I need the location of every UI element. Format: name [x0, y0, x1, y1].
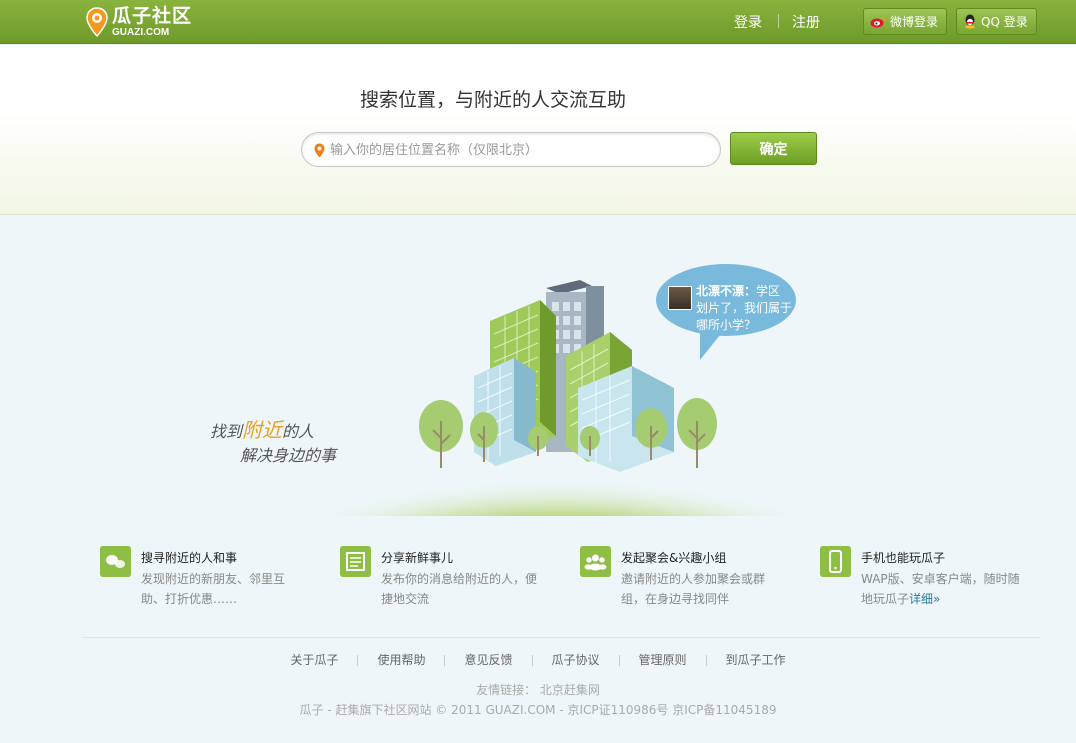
confirm-button[interactable]: 确定	[730, 132, 817, 165]
city-buildings-illustration	[330, 264, 796, 516]
login-link[interactable]: 登录	[734, 12, 762, 32]
qq-login-label: QQ 登录	[981, 15, 1028, 29]
city-illustration: 北漂不漂：学区划片了，我们属于哪所小学？ 找到附近的人 解决身边的事	[0, 216, 1076, 516]
qq-penguin-icon	[965, 14, 975, 29]
logo-name-cn: 瓜子社区	[112, 4, 193, 27]
slogan-highlight: 附近	[242, 418, 283, 442]
footer-separator	[357, 655, 359, 666]
footer-link-jobs[interactable]: 到瓜子工作	[726, 653, 786, 667]
footer-separator	[618, 655, 620, 666]
friend-link-ganji[interactable]: 北京赶集网	[540, 683, 600, 697]
friend-links-label: 友情链接：	[476, 683, 537, 697]
mobile-icon	[820, 546, 851, 577]
qq-login-button[interactable]: QQ 登录	[956, 8, 1037, 35]
weibo-login-button[interactable]: 微博登录	[863, 8, 948, 35]
location-search-input[interactable]	[330, 139, 700, 161]
logo-name-en: GUAZI.COM	[112, 26, 170, 38]
slogan-suffix: 的人	[282, 422, 315, 441]
mobile-details-link[interactable]: 详细»	[909, 592, 940, 606]
search-headline: 搜索位置，与附近的人交流互助	[360, 89, 627, 111]
footer-divider	[82, 637, 1040, 638]
footer-separator	[531, 655, 533, 666]
feature-title: 手机也能玩瓜子	[861, 551, 946, 565]
slogan-line-1: 找到附近的人	[210, 414, 314, 443]
footer-link-about[interactable]: 关于瓜子	[290, 653, 338, 667]
footer-link-help[interactable]: 使用帮助	[377, 653, 425, 667]
location-pin-icon	[314, 143, 325, 158]
feature-title: 搜寻附近的人和事	[141, 551, 238, 565]
slogan-prefix: 找到	[210, 422, 243, 441]
search-box[interactable]	[301, 132, 721, 167]
list-icon	[340, 546, 371, 577]
friend-links: 友情链接： 北京赶集网	[0, 681, 1076, 698]
speech-bubble-text: 北漂不漂：学区划片了，我们属于哪所小学？	[696, 283, 792, 334]
bubble-user-name: 北漂不漂：	[696, 284, 757, 298]
location-pin-logo-icon	[86, 7, 108, 37]
header-divider	[778, 14, 779, 28]
footer-links: 关于瓜子 使用帮助 意见反馈 瓜子协议 管理原则 到瓜子工作	[0, 651, 1076, 668]
user-avatar	[668, 286, 692, 310]
chat-icon	[100, 546, 131, 577]
slogan-line-2: 解决身边的事	[240, 446, 337, 465]
footer-link-rules[interactable]: 管理原则	[639, 653, 687, 667]
logo-text: 瓜子社区 GUAZI.COM	[112, 4, 193, 38]
group-icon	[580, 546, 611, 577]
weibo-icon	[870, 16, 886, 28]
feature-desc: WAP版、安卓客户端，随时随地玩瓜子详细»	[861, 569, 1026, 609]
feature-desc: 发布你的消息给附近的人，便捷地交流	[381, 572, 538, 606]
footer-link-feedback[interactable]: 意见反馈	[464, 653, 512, 667]
feature-desc: 发现附近的新朋友、邻里互助、打折优惠……	[141, 572, 286, 606]
feature-desc: 邀请附近的人参加聚会或群组，在身边寻找同伴	[621, 572, 766, 606]
footer-separator	[444, 655, 446, 666]
features-row: 搜寻附近的人和事 发现附近的新朋友、邻里互助、打折优惠…… 分享新鲜事儿 发布你…	[100, 546, 1040, 616]
top-bar: 瓜子社区 GUAZI.COM 登录 注册 微博登录 QQ 登录	[0, 0, 1076, 44]
footer-separator	[705, 655, 707, 666]
copyright: 瓜子 - 赶集旗下社区网站 © 2011 GUAZI.COM - 京ICP证11…	[299, 703, 777, 717]
feature-title: 分享新鲜事儿	[381, 551, 454, 565]
logo[interactable]: 瓜子社区 GUAZI.COM	[86, 6, 192, 38]
search-section: 搜索位置，与附近的人交流互助 确定	[0, 45, 1076, 215]
footer-link-agreement[interactable]: 瓜子协议	[552, 653, 600, 667]
weibo-login-label: 微博登录	[890, 15, 939, 29]
register-link[interactable]: 注册	[792, 12, 820, 32]
feature-title: 发起聚会&兴趣小组	[621, 551, 727, 565]
